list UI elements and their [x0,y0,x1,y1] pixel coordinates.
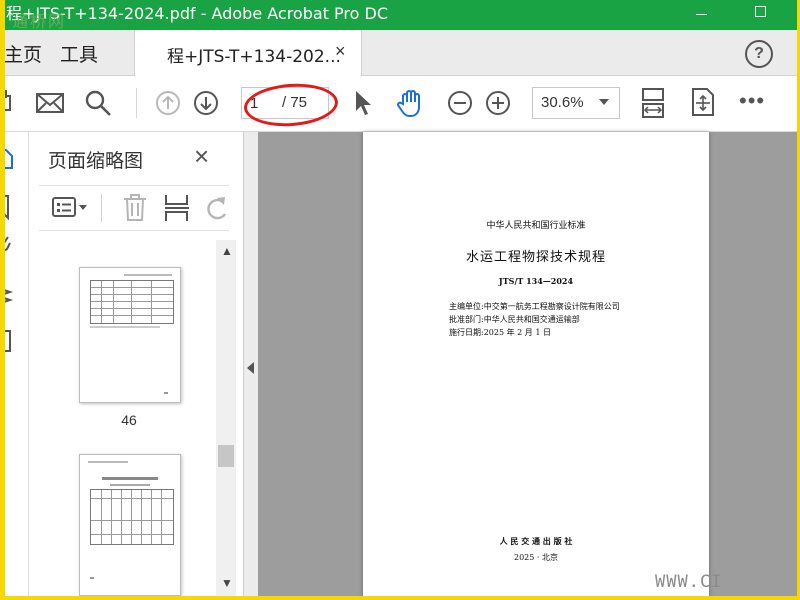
menu-tools[interactable]: 工具 [60,40,98,67]
scroll-down-icon[interactable]: ▼ [221,576,233,590]
next-page-icon[interactable] [193,90,219,116]
title-bar: 程+JTS-T+134-2024.pdf - Adobe Acrobat Pro… [0,0,800,30]
document-title: 水运工程物探技术规程 [465,250,606,265]
trash-icon[interactable] [121,193,149,223]
frame-border-bottom [0,596,800,600]
standard-code: JTS/T 134—2024 [498,276,574,286]
tab-close-icon[interactable]: × [335,41,346,62]
fullscreen-icon[interactable] [690,87,716,117]
thumbnail-page-number-mark [164,392,168,394]
panel-collapse-handle[interactable] [244,132,258,596]
page-total: / 75 [282,94,308,111]
tab-document-label: 程+JTS-T+134-202... [167,47,341,67]
thumbnail-table [90,280,174,324]
previous-page-icon[interactable] [155,90,181,116]
frame-border-left [0,0,5,600]
zoom-in-icon[interactable] [485,90,511,116]
thumbnail-header-line [88,461,128,463]
tab-bar: 主页 工具 [0,30,800,76]
acrobat-window: 程+JTS-T+134-2024.pdf - Adobe Acrobat Pro… [0,0,800,600]
info-line-effective-date: 施行日期:2025 年 2 月 1 日 [449,328,551,337]
options-menu-icon[interactable] [51,196,91,220]
thumbnail-subheading-line [110,484,150,486]
more-tools-icon[interactable]: ••• [739,90,765,112]
info-line-editor: 主编单位:中交第一航务工程勘察设计院有限公司 [449,302,620,311]
info-line-approver: 批准部门:中华人民共和国交通运输部 [449,315,580,324]
tab-document[interactable]: 程+JTS-T+134-202... × [134,30,362,76]
zoom-out-icon[interactable] [447,90,473,116]
thumbnail-page-number-mark [90,577,94,579]
select-arrow-icon[interactable] [352,89,374,117]
thumbnail-note-line [90,326,160,328]
toolbar-separator [136,88,137,118]
scroll-up-icon[interactable]: ▲ [221,244,233,258]
site-url-watermark: WWW.CI [655,572,723,592]
hand-tool-icon[interactable] [396,88,426,118]
fit-page-icon[interactable] [640,87,666,119]
insert-pages-icon[interactable] [163,193,191,223]
email-icon[interactable] [36,92,64,114]
scrollbar-thumb[interactable] [218,445,234,467]
publication-place-date: 2025 · 北京 [514,553,558,562]
minimize-button[interactable] [682,0,722,30]
zoom-dropdown[interactable]: 30.6% [532,87,620,119]
thumbnail-list: 46 [29,240,215,596]
zoom-value: 30.6% [541,94,584,111]
document-info: 主编单位:中交第一航务工程勘察设计院有限公司 批准部门:中华人民共和国交通运输部… [449,300,620,339]
panel-separator [101,194,102,222]
thumbnail-next-page[interactable] [79,454,181,596]
publisher: 人 民 交 通 出 版 社 [499,536,573,546]
page-number-box: / 75 [241,87,329,119]
thumbnail-heading-line [102,477,158,480]
help-icon[interactable]: ? [745,40,773,68]
thumbnail-page-label: 46 [121,412,137,428]
thumbnail-header-line [124,274,172,276]
maximize-button[interactable] [742,0,782,30]
thumbnail-page-46[interactable] [79,267,181,403]
standard-type: 中华人民共和国行业标准 [486,221,586,231]
pdf-page: 中华人民共和国行业标准 水运工程物探技术规程 JTS/T 134—2024 主编… [363,132,709,600]
thumbnail-scrollbar[interactable]: ▲ ▼ [216,240,236,596]
panel-title: 页面缩略图 [48,150,144,172]
chevron-down-icon [599,99,609,105]
thumbnail-panel: 页面缩略图 × 46 ▲ ▼ [29,132,244,596]
rotate-icon[interactable] [203,194,229,222]
search-icon[interactable] [84,89,112,117]
menu-home[interactable]: 主页 [4,40,42,67]
panel-toolbar [39,185,229,231]
site-logo-watermark: 通桥网 [12,12,67,31]
page-number-input[interactable] [248,93,278,113]
thumbnail-table [90,489,174,545]
document-viewport[interactable]: 中华人民共和国行业标准 水运工程物探技术规程 JTS/T 134—2024 主编… [258,132,800,600]
collapse-arrow-icon [247,362,254,374]
panel-close-icon[interactable]: × [194,141,209,171]
